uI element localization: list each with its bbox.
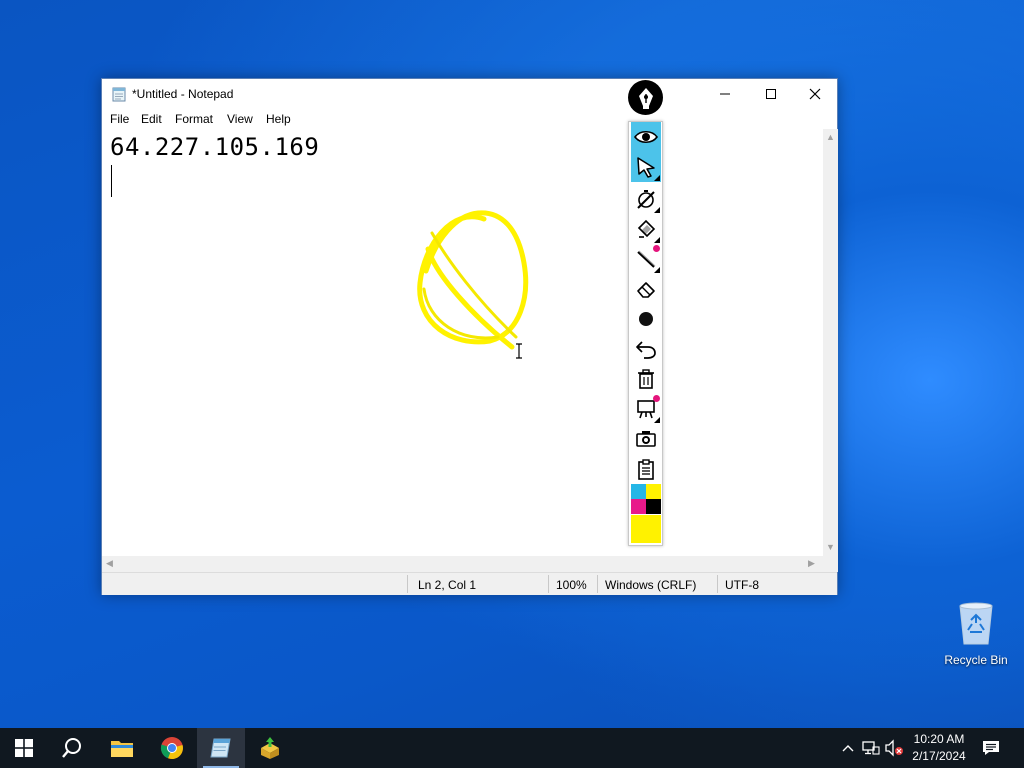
vertical-scrollbar[interactable]: ▲ ▼ — [823, 129, 838, 556]
status-separator — [717, 575, 718, 593]
color-swatch-yellow[interactable] — [646, 484, 661, 499]
pen-nib-icon — [638, 87, 653, 109]
menu-view[interactable]: View — [227, 112, 253, 126]
color-swatch-cyan[interactable] — [631, 484, 646, 499]
scroll-up-icon[interactable]: ▲ — [826, 133, 835, 142]
status-position: Ln 2, Col 1 — [418, 578, 477, 592]
recycle-bin-label: Recycle Bin — [944, 653, 1008, 667]
text-caret — [111, 165, 112, 197]
submenu-indicator — [654, 267, 660, 273]
menu-format[interactable]: Format — [175, 112, 213, 126]
undo-icon — [636, 341, 656, 359]
menu-edit[interactable]: Edit — [141, 112, 162, 126]
file-explorer-icon — [111, 741, 133, 757]
system-clock[interactable]: 10:20 AM 2/17/2024 — [900, 731, 978, 765]
start-button[interactable] — [0, 728, 48, 768]
horizontal-scrollbar[interactable]: ◀ ▶ — [102, 556, 823, 572]
network-tray-button[interactable] — [861, 738, 881, 758]
show-hidden-icons[interactable] — [838, 738, 858, 758]
text-editor[interactable]: 64.227.105.169 — [102, 129, 823, 556]
status-zoom: 100% — [556, 578, 587, 592]
window-title: *Untitled - Notepad — [132, 87, 234, 101]
menu-bar: File Edit Format View Help — [102, 109, 837, 129]
active-color-dot — [653, 395, 660, 402]
screenshot-button[interactable] — [631, 424, 661, 454]
scroll-down-icon[interactable]: ▼ — [826, 543, 835, 552]
notification-icon — [983, 741, 999, 755]
eraser-icon — [637, 282, 655, 298]
undo-button[interactable] — [631, 334, 661, 364]
toggle-visibility-button[interactable] — [631, 122, 661, 152]
status-line-ending: Windows (CRLF) — [605, 578, 697, 592]
taskbar-installer[interactable] — [246, 728, 294, 768]
taskbar-file-explorer[interactable] — [98, 728, 146, 768]
highlighter-button[interactable] — [631, 214, 661, 244]
notepad-icon — [112, 87, 126, 102]
close-button[interactable] — [792, 79, 838, 109]
ibeam-cursor-icon — [516, 343, 522, 359]
scroll-right-icon[interactable]: ▶ — [808, 559, 815, 568]
menu-help[interactable]: Help — [266, 112, 291, 126]
pen-size-button[interactable] — [631, 304, 661, 334]
submenu-indicator — [654, 417, 660, 423]
clipboard-button[interactable] — [631, 454, 661, 484]
status-separator — [548, 575, 549, 593]
editor-line-1: 64.227.105.169 — [110, 133, 320, 161]
status-separator — [407, 575, 408, 593]
search-button[interactable] — [48, 728, 96, 768]
current-color-swatch[interactable] — [631, 515, 661, 543]
installer-icon — [261, 737, 279, 759]
camera-icon — [636, 431, 656, 447]
trash-icon — [638, 369, 654, 389]
color-palette — [631, 484, 661, 514]
color-swatch-magenta[interactable] — [631, 499, 646, 514]
taskbar: 10:20 AM 2/17/2024 — [0, 728, 1024, 768]
clear-button[interactable] — [631, 364, 661, 394]
submenu-indicator — [654, 175, 660, 181]
action-center-button[interactable] — [981, 738, 1001, 758]
minimize-button[interactable] — [702, 79, 748, 109]
network-icon — [862, 741, 880, 755]
recycle-bin-icon — [959, 602, 993, 645]
close-icon — [809, 88, 821, 100]
desktop-icon-recycle-bin[interactable]: Recycle Bin — [940, 600, 1012, 667]
timer-pen-button[interactable] — [631, 184, 661, 214]
maximize-icon — [766, 89, 776, 99]
active-color-dot — [653, 245, 660, 252]
highlighter-drawing — [417, 210, 529, 350]
minimize-icon — [720, 93, 730, 95]
notepad-window: *Untitled - Notepad File Edit Format Vie… — [101, 78, 838, 595]
search-icon — [62, 738, 81, 758]
eye-icon — [634, 130, 658, 144]
eraser-button[interactable] — [631, 274, 661, 304]
menu-file[interactable]: File — [110, 112, 129, 126]
line-tool-button[interactable] — [631, 244, 661, 274]
scroll-left-icon[interactable]: ◀ — [106, 559, 113, 568]
clock-time: 10:20 AM — [913, 732, 965, 746]
clipboard-icon — [638, 459, 654, 480]
start-icon — [15, 739, 33, 757]
chrome-icon — [160, 737, 183, 760]
status-encoding: UTF-8 — [725, 578, 759, 592]
status-bar: Ln 2, Col 1 100% Windows (CRLF) UTF-8 — [102, 572, 837, 595]
annotation-toolbar — [628, 121, 663, 546]
submenu-indicator — [654, 237, 660, 243]
dot-icon — [639, 312, 653, 326]
notepad-icon — [210, 738, 231, 758]
clock-date: 2/17/2024 — [912, 749, 966, 763]
maximize-button[interactable] — [748, 79, 794, 109]
color-swatch-black[interactable] — [646, 499, 661, 514]
taskbar-notepad[interactable] — [197, 728, 245, 768]
whiteboard-button[interactable] — [631, 394, 661, 424]
title-bar[interactable]: *Untitled - Notepad — [102, 79, 837, 109]
scrollbar-corner — [823, 556, 838, 572]
submenu-indicator — [654, 207, 660, 213]
pen-logo-button[interactable] — [628, 80, 663, 115]
taskbar-chrome[interactable] — [148, 728, 196, 768]
chevron-up-icon — [842, 745, 854, 752]
status-separator — [597, 575, 598, 593]
pointer-tool-button[interactable] — [631, 152, 661, 182]
